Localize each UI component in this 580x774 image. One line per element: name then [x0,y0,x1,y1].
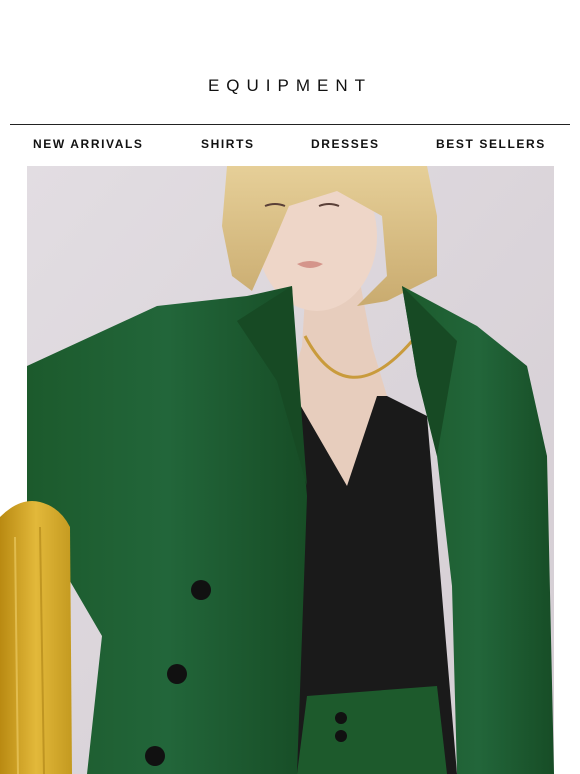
main-nav: NEW ARRIVALS SHIRTS DRESSES BEST SELLERS [0,137,580,155]
model-photo [27,166,554,774]
brand-logo[interactable]: EQUIPMENT [0,76,580,96]
nav-best-sellers[interactable]: BEST SELLERS [436,137,546,151]
nav-dresses[interactable]: DRESSES [311,137,380,151]
nav-shirts[interactable]: SHIRTS [201,137,255,151]
header-divider [10,124,570,125]
nav-new-arrivals[interactable]: NEW ARRIVALS [33,137,144,151]
hero-image[interactable] [27,166,554,774]
gold-brush-stroke [0,501,72,774]
